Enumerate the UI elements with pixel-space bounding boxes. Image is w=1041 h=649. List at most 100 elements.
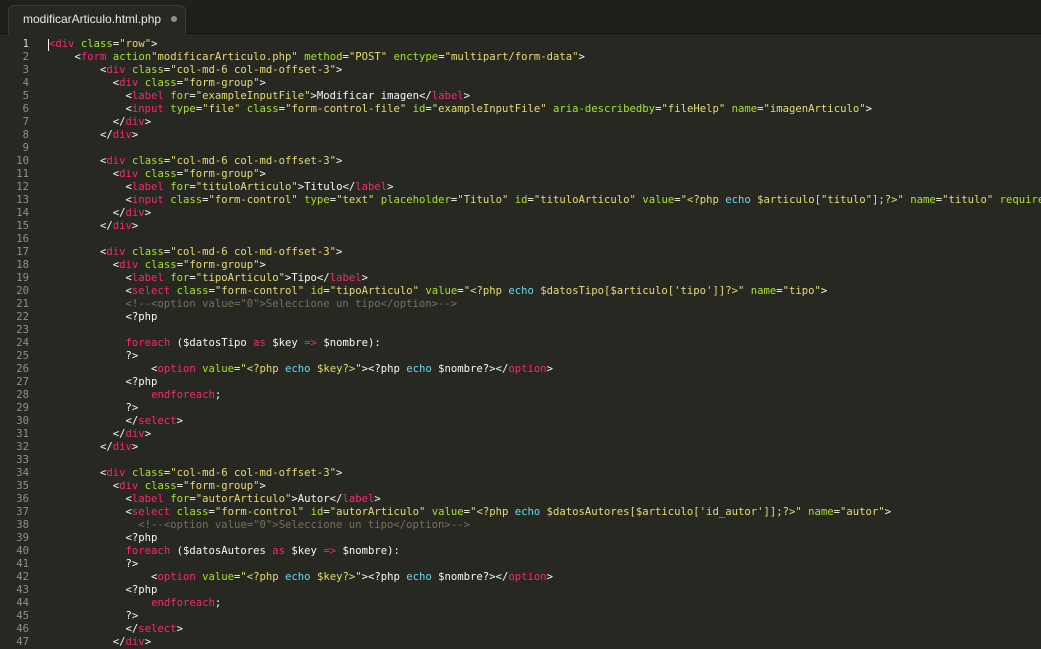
code-text: </select> — [49, 415, 183, 428]
code-token: echo — [406, 571, 432, 583]
code-line[interactable]: 29 ?> — [0, 402, 1041, 415]
code-line[interactable]: 19 <label for="tipoArticulo">Tipo</label… — [0, 272, 1041, 285]
code-token: "col-md-6 col-md-offset-3" — [170, 64, 337, 76]
code-line[interactable]: 46 </select> — [0, 623, 1041, 636]
code-token: ?> — [49, 402, 139, 414]
code-line[interactable]: 12 <label for="tituloArticulo">Titulo</l… — [0, 181, 1041, 194]
code-line[interactable]: 16 — [0, 233, 1041, 246]
code-token: as — [253, 337, 266, 349]
code-line[interactable]: 15 </div> — [0, 220, 1041, 233]
code-token: > — [336, 155, 343, 167]
code-token: </ — [49, 116, 126, 128]
code-line[interactable]: 25 ?> — [0, 350, 1041, 363]
code-line[interactable]: 33 — [0, 454, 1041, 467]
code-text: <option value="<?php echo $key?>"><?php … — [49, 363, 553, 376]
code-token: "file" — [202, 103, 241, 115]
code-line[interactable]: 22 <?php — [0, 311, 1041, 324]
code-token: </ — [49, 441, 113, 453]
unsaved-dot-icon[interactable] — [171, 16, 177, 22]
code-token: endforeach — [151, 597, 215, 609]
code-token: > — [131, 441, 139, 453]
code-token: class — [131, 467, 164, 479]
code-token: < — [49, 571, 158, 583]
line-number: 25 — [16, 350, 29, 362]
code-token: div — [106, 155, 126, 167]
code-text: <label for="autorArticulo">Autor</label> — [49, 493, 381, 506]
code-line[interactable]: 3 <div class="col-md-6 col-md-offset-3"> — [0, 64, 1041, 77]
code-token: > — [144, 636, 152, 648]
code-token: > — [259, 259, 266, 271]
code-line[interactable]: 42 <option value="<?php echo $key?>"><?p… — [0, 571, 1041, 584]
code-line[interactable]: 7 </div> — [0, 116, 1041, 129]
code-line[interactable]: 2 <form action"modificarArticulo.php" me… — [0, 51, 1041, 64]
code-token: < — [49, 259, 120, 271]
code-text: <div class="form-group"> — [49, 480, 266, 493]
code-token: "form-control" — [214, 506, 305, 518]
code-line[interactable]: 23 — [0, 324, 1041, 337]
code-token: > — [361, 272, 368, 284]
code-line[interactable]: 1 <div class="row"> — [0, 38, 1041, 51]
code-line[interactable]: 13 <input class="form-control" type="tex… — [0, 194, 1041, 207]
code-token: <?php — [49, 311, 158, 323]
code-line[interactable]: 44 endforeach; — [0, 597, 1041, 610]
line-number: 36 — [16, 493, 29, 505]
code-line[interactable]: 14 </div> — [0, 207, 1041, 220]
code-line[interactable]: 24 foreach ($datosTipo as $key => $nombr… — [0, 337, 1041, 350]
code-line[interactable]: 41 ?> — [0, 558, 1041, 571]
code-line[interactable]: 32 </div> — [0, 441, 1041, 454]
code-line[interactable]: 11 <div class="form-group"> — [0, 168, 1041, 181]
code-token: echo — [285, 571, 311, 583]
code-token: option — [508, 571, 547, 583]
code-line[interactable]: 38 <!--<option value="0">Seleccione un t… — [0, 519, 1041, 532]
code-text: <select class="form-control" id="autorAr… — [49, 506, 892, 519]
line-number: 35 — [16, 480, 29, 492]
code-line[interactable]: 35 <div class="form-group"> — [0, 480, 1041, 493]
line-number: 21 — [16, 298, 29, 310]
code-line[interactable]: 5 <label for="exampleInputFile">Modifica… — [0, 90, 1041, 103]
code-token: "row" — [119, 38, 152, 50]
code-token: div — [125, 116, 145, 128]
code-line[interactable]: 27 <?php — [0, 376, 1041, 389]
code-line[interactable]: 4 <div class="form-group"> — [0, 77, 1041, 90]
code-text: endforeach; — [49, 389, 221, 402]
code-token: "tipoArticulo" — [195, 272, 286, 284]
code-token: echo — [285, 363, 311, 375]
code-line[interactable]: 30 </select> — [0, 415, 1041, 428]
code-line[interactable]: 8 </div> — [0, 129, 1041, 142]
code-line[interactable]: 37 <select class="form-control" id="auto… — [0, 506, 1041, 519]
code-text: <div class="col-md-6 col-md-offset-3"> — [49, 467, 342, 480]
code-line[interactable]: 31 </div> — [0, 428, 1041, 441]
code-line[interactable]: 18 <div class="form-group"> — [0, 259, 1041, 272]
code-line[interactable]: 10 <div class="col-md-6 col-md-offset-3"… — [0, 155, 1041, 168]
code-editor[interactable]: 1 <div class="row"> 2 <form action"modific… — [0, 34, 1041, 648]
code-line[interactable]: 47 </div> — [0, 636, 1041, 649]
code-text: <label for="tituloArticulo">Titulo</labe… — [49, 181, 394, 194]
code-token: > — [144, 116, 152, 128]
code-token: "form-control" — [208, 194, 298, 206]
code-line[interactable]: 43 <?php — [0, 584, 1041, 597]
code-text: </div> — [49, 220, 138, 233]
code-token: < — [49, 506, 132, 518]
code-token: div — [119, 168, 139, 180]
file-tab-label: modificarArticulo.html.php — [23, 12, 162, 26]
code-line[interactable]: 40 foreach ($datosAutores as $key => $no… — [0, 545, 1041, 558]
code-line[interactable]: 21 <!--<option value="0">Seleccione un t… — [0, 298, 1041, 311]
code-line[interactable]: 26 <option value="<?php echo $key?>"><?p… — [0, 363, 1041, 376]
code-line[interactable]: 34 <div class="col-md-6 col-md-offset-3"… — [0, 467, 1041, 480]
code-line[interactable]: 39 <?php — [0, 532, 1041, 545]
file-tab[interactable]: modificarArticulo.html.php — [8, 5, 186, 34]
code-line[interactable]: 28 endforeach; — [0, 389, 1041, 402]
code-line[interactable]: 36 <label for="autorArticulo">Autor</lab… — [0, 493, 1041, 506]
code-token: "imagenArticulo" — [763, 103, 866, 115]
code-token: > — [131, 220, 139, 232]
code-token: label — [131, 181, 164, 193]
code-line[interactable]: 9 — [0, 142, 1041, 155]
code-line[interactable]: 20 <select class="form-control" id="tipo… — [0, 285, 1041, 298]
code-text: <form action"modificarArticulo.php" meth… — [49, 51, 585, 64]
code-line[interactable]: 6 <input type="file" class="form-control… — [0, 103, 1041, 116]
code-line[interactable]: 17 <div class="col-md-6 col-md-offset-3"… — [0, 246, 1041, 259]
code-token: $datosTipo[$articulo['tipo']]?>" — [533, 285, 745, 297]
code-line[interactable]: 45 ?> — [0, 610, 1041, 623]
